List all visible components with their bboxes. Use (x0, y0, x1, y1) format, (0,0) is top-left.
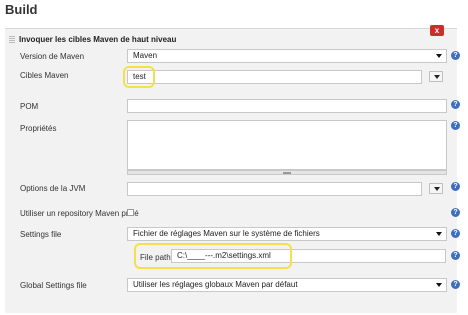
jvm-options-label: Options de la JVM (20, 184, 86, 193)
global-settings-select[interactable]: Utiliser les réglages globaux Maven par … (127, 278, 447, 292)
pom-input[interactable] (127, 99, 447, 113)
maven-version-value: Maven (133, 51, 158, 60)
private-repo-checkbox[interactable] (127, 209, 134, 216)
help-icon[interactable]: ? (451, 280, 460, 289)
chevron-down-icon (436, 283, 442, 287)
expand-goals-button[interactable] (429, 71, 443, 82)
settings-file-label: Settings file (20, 230, 62, 239)
expand-jvm-options-button[interactable] (429, 183, 443, 194)
help-icon[interactable]: ? (451, 208, 460, 217)
goals-highlight (123, 66, 155, 88)
settings-file-value: Fichier de réglages Maven sur le système… (133, 229, 320, 238)
maven-version-label: Version de Maven (20, 52, 85, 61)
global-settings-label: Global Settings file (20, 281, 87, 290)
goals-label: Cibles Maven (20, 71, 69, 80)
maven-version-select[interactable]: Maven (127, 49, 447, 63)
file-path-highlight (134, 243, 292, 269)
pom-label: POM (20, 102, 39, 111)
triangle-down-icon (434, 187, 440, 191)
help-icon[interactable]: ? (451, 121, 460, 130)
step-title: Invoquer les cibles Maven de haut niveau (19, 35, 177, 44)
grip-lines-icon (283, 172, 291, 174)
textarea-resize-handle[interactable] (127, 170, 447, 175)
help-icon[interactable]: ? (451, 182, 460, 191)
global-settings-value: Utiliser les réglages globaux Maven par … (133, 280, 298, 289)
help-icon[interactable]: ? (451, 51, 460, 60)
settings-file-select[interactable]: Fichier de réglages Maven sur le système… (127, 227, 447, 241)
jvm-options-input[interactable] (127, 182, 422, 196)
chevron-down-icon (436, 54, 442, 58)
section-title: Build (5, 2, 38, 17)
help-icon[interactable]: ? (451, 229, 460, 238)
properties-label: Propriétés (20, 124, 57, 133)
chevron-down-icon (436, 232, 442, 236)
triangle-down-icon (434, 75, 440, 79)
properties-textarea[interactable] (127, 120, 447, 170)
private-repo-label: Utiliser un repository Maven privé (20, 209, 139, 218)
help-icon[interactable]: ? (451, 251, 460, 260)
drag-handle-icon[interactable] (9, 36, 15, 44)
goals-input[interactable]: test (127, 70, 422, 84)
delete-step-button[interactable]: x (430, 25, 444, 36)
help-icon[interactable]: ? (451, 100, 460, 109)
